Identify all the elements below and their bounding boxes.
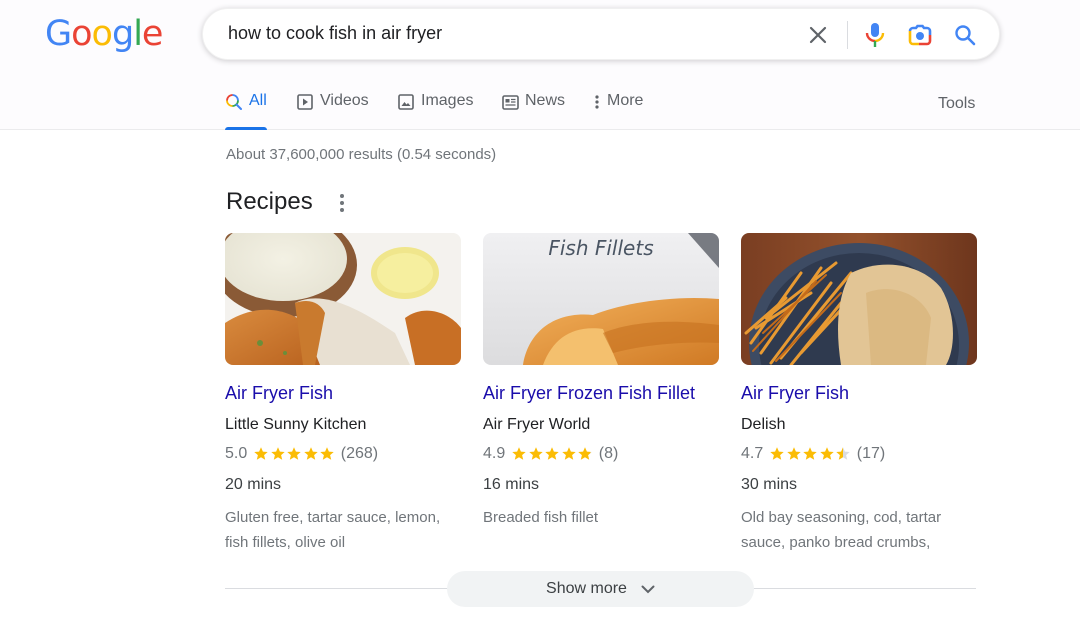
image-search-icon[interactable] (905, 20, 935, 50)
tab-label: More (607, 92, 644, 109)
review-count: (17) (856, 445, 886, 462)
recipe-rating: 5.0 (268) (225, 445, 378, 463)
star-icon (803, 447, 817, 460)
clear-icon[interactable] (803, 20, 833, 50)
star-rating (511, 446, 594, 462)
star-icon (770, 447, 784, 460)
logo-letter: G (45, 14, 72, 54)
recipe-image[interactable]: Fish Fillets (483, 233, 719, 365)
rating-value: 5.0 (225, 445, 248, 462)
tab-news[interactable]: News (501, 92, 565, 130)
star-rating (253, 446, 336, 462)
logo-letter: l (133, 14, 143, 54)
star-icon (836, 447, 850, 460)
star-icon (529, 447, 543, 460)
recipe-source: Little Sunny Kitchen (225, 416, 367, 433)
video-icon (296, 92, 314, 112)
star-icon (287, 447, 301, 460)
star-rating (769, 446, 852, 462)
tab-label: News (525, 92, 566, 109)
tab-label: All (249, 92, 267, 109)
recipe-title-link[interactable]: Air Fryer Fish (741, 383, 849, 404)
show-more-button[interactable]: Show more (447, 571, 754, 607)
chevron-down-icon (641, 585, 655, 594)
rating-value: 4.9 (483, 445, 506, 462)
logo-letter: g (111, 14, 134, 54)
recipe-time: 30 mins (741, 476, 798, 493)
recipe-source: Air Fryer World (483, 416, 591, 433)
recipes-heading: Recipes (226, 188, 313, 215)
image-caption: Fish Fillets (548, 236, 653, 260)
tab-all[interactable]: All (225, 92, 267, 130)
review-count: (8) (598, 445, 619, 462)
recipe-card[interactable]: Air Fryer Fish Little Sunny Kitchen 5.0 … (225, 233, 461, 551)
tab-more[interactable]: More (593, 92, 643, 130)
star-icon (545, 447, 559, 460)
search-icon[interactable] (950, 20, 980, 50)
recipe-card[interactable]: Air Fryer Fish Delish 4.7 (17) 30 mins O… (741, 233, 977, 551)
star-icon (787, 447, 801, 460)
recipe-title-link[interactable]: Air Fryer Fish (225, 383, 333, 404)
search-input[interactable]: how to cook fish in air fryer (228, 23, 442, 44)
news-icon (501, 92, 519, 112)
star-icon (320, 447, 334, 460)
header: Google how to cook fish in air fryer All… (0, 0, 1080, 130)
image-icon (397, 92, 415, 112)
tools-button[interactable]: Tools (938, 95, 975, 113)
tab-images[interactable]: Images (397, 92, 473, 130)
tab-videos[interactable]: Videos (296, 92, 369, 130)
show-more-label: Show more (546, 580, 627, 597)
logo-letter: o (91, 14, 113, 54)
star-icon (562, 447, 576, 460)
star-icon (578, 447, 592, 460)
tab-label: Images (421, 92, 474, 109)
recipe-time: 16 mins (483, 476, 540, 493)
search-icon (225, 92, 243, 112)
more-vert-icon (593, 92, 601, 112)
recipe-ingredients: Old bay seasoning, cod, tartar sauce, pa… (741, 509, 942, 551)
recipe-rating: 4.7 (17) (741, 445, 885, 463)
rating-value: 4.7 (741, 445, 764, 462)
star-icon (820, 447, 834, 460)
logo-letter: o (71, 14, 92, 54)
recipe-source: Delish (741, 416, 786, 433)
google-logo[interactable]: Google (45, 14, 164, 54)
search-box-divider (847, 21, 848, 49)
recipe-time: 20 mins (225, 476, 282, 493)
recipe-ingredients: Gluten free, tartar sauce, lemon, fish f… (225, 509, 441, 551)
star-icon (512, 447, 526, 460)
recipe-title-link[interactable]: Air Fryer Frozen Fish Fillet (483, 383, 695, 404)
star-icon (254, 447, 268, 460)
search-box[interactable]: how to cook fish in air fryer (202, 8, 1000, 60)
more-options-icon[interactable] (334, 193, 350, 213)
recipe-image[interactable] (225, 233, 461, 365)
recipe-ingredients: Breaded fish fillet (483, 509, 599, 526)
star-icon (304, 447, 318, 460)
star-icon (271, 447, 285, 460)
logo-letter: e (141, 14, 164, 54)
voice-search-icon[interactable] (860, 20, 890, 50)
recipe-image[interactable] (741, 233, 977, 365)
tab-label: Videos (320, 92, 369, 109)
result-stats: About 37,600,000 results (0.54 seconds) (226, 146, 497, 163)
review-count: (268) (340, 445, 379, 462)
recipe-rating: 4.9 (8) (483, 445, 618, 463)
recipe-card[interactable]: Fish Fillets Air Fryer Frozen Fish Fille… (483, 233, 719, 526)
